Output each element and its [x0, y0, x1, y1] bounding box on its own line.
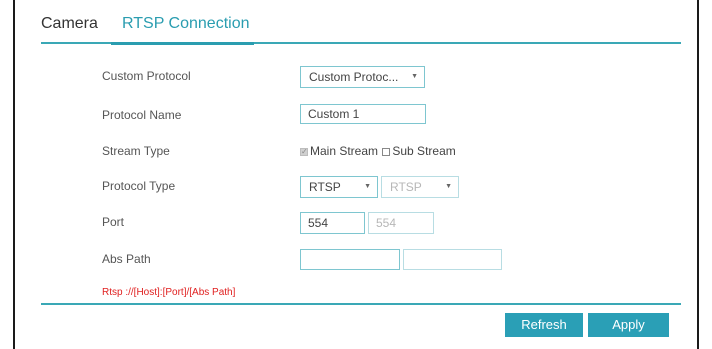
protocol-type-sub-value: RTSP [390, 180, 422, 194]
frame-border-left [13, 0, 15, 349]
main-stream-checkbox[interactable] [300, 145, 308, 159]
tab-camera[interactable]: Camera [41, 14, 98, 34]
custom-protocol-label: Custom Protocol [102, 69, 191, 83]
sub-stream-checkbox[interactable] [382, 148, 391, 156]
protocol-type-label: Protocol Type [102, 179, 176, 193]
protocol-type-sub-select[interactable]: RTSP ▼ [381, 176, 459, 198]
custom-protocol-select[interactable]: Custom Protoc... ▼ [300, 66, 425, 88]
port-label: Port [102, 215, 125, 229]
abs-path-input[interactable] [300, 249, 400, 270]
custom-protocol-value: Custom Protoc... [309, 70, 399, 84]
protocol-type-value: RTSP [309, 180, 341, 194]
protocol-name-input[interactable]: Custom 1 [300, 104, 426, 124]
chevron-down-icon: ▼ [411, 73, 418, 80]
active-tab-indicator [111, 42, 254, 45]
port-input[interactable]: 554 [300, 212, 365, 234]
tab-rtsp-connection[interactable]: RTSP Connection [122, 14, 249, 34]
stream-type-label: Stream Type [102, 144, 170, 158]
apply-button[interactable]: Apply [588, 313, 669, 337]
abs-path-sub-input[interactable] [403, 249, 502, 270]
port-sub-input[interactable]: 554 [368, 212, 434, 234]
sub-stream-label: Sub Stream [392, 144, 456, 158]
abs-path-label: Abs Path [102, 252, 151, 266]
rtsp-url-format-hint: Rtsp ://[Host]:[Port]/[Abs Path] [102, 287, 236, 298]
footer-divider [41, 303, 681, 305]
chevron-down-icon: ▼ [364, 183, 371, 190]
frame-border-right [697, 0, 699, 349]
chevron-down-icon: ▼ [445, 183, 452, 190]
stream-type-options: Main Stream Sub Stream [300, 144, 456, 159]
main-stream-label: Main Stream [310, 144, 379, 158]
protocol-name-label: Protocol Name [102, 108, 182, 122]
refresh-button[interactable]: Refresh [505, 313, 583, 337]
protocol-type-select[interactable]: RTSP ▼ [300, 176, 378, 198]
